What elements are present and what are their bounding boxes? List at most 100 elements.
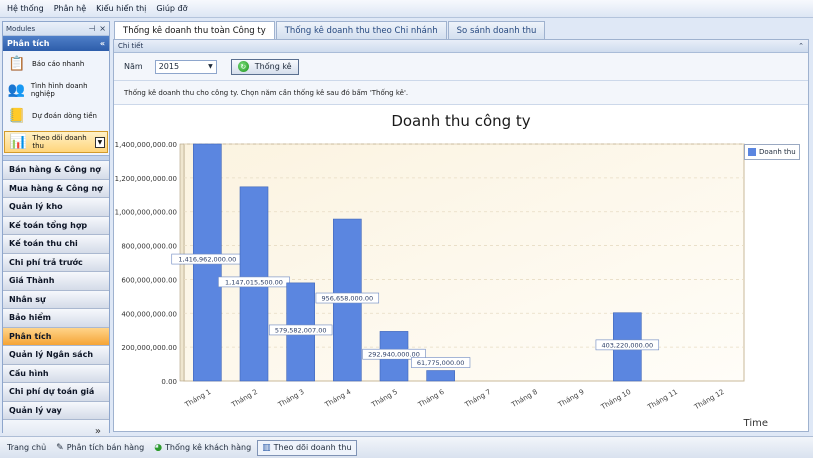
status-bar: Trang chủ ✎ Phân tích bán hàng ◕ Thống kê … [0,436,813,458]
chart-canvas: 0.00 200,000,000.00 400,000,000.00 600,000,… [115,141,745,412]
data-label: 403,220,000.00 [601,341,653,349]
sidebar-header: Modules ⊣ × [3,22,109,36]
x-tick-label: Tháng 10 [599,388,632,412]
report-icon: 📋 [8,56,26,72]
data-label: 579,582,007.00 [275,326,327,334]
legend-swatch [748,148,756,156]
collapse-icon[interactable]: « [100,39,105,48]
x-tick-label: Tháng 7 [463,388,493,410]
status-tab-label: Theo dõi doanh thu [273,443,352,452]
y-tick-label: 1,400,000,000.00 [115,141,177,149]
nav-ke-toan-thu-chi[interactable]: Kế toán thu chi [3,235,109,254]
sidebar-item-tinh-hinh[interactable]: 👥 Tình hình doanh nghiệp [3,77,109,103]
x-tick-label: Tháng 2 [229,388,259,410]
sidebar-group-title: Phân tích [7,39,50,48]
statistic-button[interactable]: ↻ Thống kê [230,58,299,75]
nav-cau-hinh[interactable]: Cấu hình [3,364,109,383]
forecast-icon: 📒 [8,108,26,124]
nav-mua-hang[interactable]: Mua hàng & Công nợ [3,179,109,198]
legend-label: Doanh thu [759,148,796,156]
status-tab-label: Thống kê khách hàng [165,443,252,452]
chevron-down-icon[interactable]: ▼ [208,63,213,70]
main-panel: Chi tiết ⌃ Năm 2015 ▼ ↻ Thống kê Thống k… [113,39,809,432]
sidebar-item-du-doan[interactable]: 📒 Dự đoán dòng tiền [3,103,109,129]
collapse-up-icon[interactable]: ⌃ [798,42,804,50]
x-tick-label: Tháng 11 [646,388,679,412]
y-tick-label: 800,000,000.00 [121,243,177,251]
year-label: Năm [124,62,143,71]
data-label: 1,416,962,000.00 [178,256,236,264]
y-tick-label: 0.00 [161,378,177,386]
nav-nhan-su[interactable]: Nhân sự [3,290,109,309]
nav-quan-ly-ngan-sach[interactable]: Quản lý Ngân sách [3,346,109,365]
close-icon[interactable]: × [99,24,106,33]
chevron-right-icon: » [94,425,101,437]
x-tick-label: Tháng 6 [416,388,446,410]
chart-icon: ▥ [262,442,271,453]
year-value: 2015 [158,62,180,71]
nav-quan-ly-vay[interactable]: Quản lý vay [3,401,109,420]
sidebar-item-theo-doi[interactable]: 📊 Theo dõi doanh thu ▼ [4,131,108,153]
nav-ban-hang[interactable]: Bán hàng & Công nợ [3,161,109,180]
detail-group-title: Chi tiết [118,42,144,50]
menu-giup-do[interactable]: Giúp đỡ [151,4,192,13]
x-tick-label: Tháng 1 [183,388,213,410]
menu-kieu-hien-thi[interactable]: Kiểu hiển thị [91,4,151,13]
nav-quan-ly-kho[interactable]: Quản lý kho [3,198,109,217]
year-select[interactable]: 2015 ▼ [154,59,217,74]
chevron-down-icon[interactable]: ▼ [94,136,106,148]
nav-ke-toan-tong-hop[interactable]: Kế toán tổng hợp [3,216,109,235]
sidebar-item-label: Dự đoán dòng tiền [32,112,97,120]
chart-legend: Doanh thu [744,144,800,160]
revenue-chart: Doanh thu công ty 0.00 200,000,000.00 400,… [114,106,808,431]
y-tick-label: 1,200,000,000.00 [115,175,177,183]
x-tick-label: Tháng 8 [509,388,539,410]
users-icon: 👥 [7,82,26,98]
y-tick-label: 400,000,000.00 [121,310,177,318]
pen-icon: ✎ [56,442,64,453]
menu-phan-he[interactable]: Phân hệ [49,4,91,13]
tab-so-sanh[interactable]: So sánh doanh thu [447,21,546,39]
bar [426,370,455,382]
status-tab-phan-tich-ban-hang[interactable]: ✎ Phân tích bán hàng [52,440,148,456]
menu-he-thong[interactable]: Hệ thống [2,4,49,13]
menu-bar: Hệ thống Phân hệ Kiểu hiển thị Giúp đỡ [0,0,813,18]
data-label: 956,658,000.00 [321,295,373,303]
nav-gia-thanh[interactable]: Giá Thành [3,272,109,291]
revenue-icon: 📊 [9,134,27,150]
tab-toan-cong-ty[interactable]: Thống kê doanh thu toàn Công ty [114,21,275,39]
sidebar-header-title: Modules [6,24,36,33]
report-tabs: Thống kê doanh thu toàn Công ty Thống kê… [114,21,546,39]
hint-text: Thống kê doanh thu cho công ty. Chọn năm… [114,81,808,105]
pie-icon: ◕ [154,442,163,453]
x-tick-label: Tháng 9 [556,388,586,410]
refresh-icon: ↻ [237,61,249,72]
x-tick-label: Tháng 4 [323,388,353,410]
x-tick-label: Tháng 3 [276,388,306,410]
statistic-button-label: Thống kê [254,62,292,71]
nav-chi-phi-tra-truoc[interactable]: Chi phí trả trước [3,253,109,272]
sidebar-item-label: Báo cáo nhanh [32,60,85,68]
x-tick-label: Tháng 12 [692,388,725,412]
data-label: 61,775,000.00 [417,359,465,367]
filter-bar: Năm 2015 ▼ ↻ Thống kê [114,53,808,81]
status-tab-trang-chu[interactable]: Trang chủ [3,440,50,456]
pin-icon[interactable]: ⊣ [88,24,95,33]
modules-sidebar: Modules ⊣ × Phân tích « 📋 Báo cáo nhanh 👥… [2,21,110,442]
nav-bao-hiem[interactable]: Bảo hiểm [3,309,109,328]
sidebar-item-label: Tình hình doanh nghiệp [30,82,88,98]
y-tick-label: 600,000,000.00 [121,276,177,284]
status-tab-theo-doi-doanh-thu[interactable]: ▥ Theo dõi doanh thu [257,439,357,456]
x-axis-label: Time [743,418,768,429]
status-tab-thong-ke-khach-hang[interactable]: ◕ Thống kê khách hàng [150,440,255,456]
sidebar-item-bao-cao-nhanh[interactable]: 📋 Báo cáo nhanh [3,51,109,77]
nav-chi-phi-du-toan[interactable]: Chi phí dự toán giá [3,383,109,402]
x-tick-label: Tháng 5 [369,388,399,410]
status-tab-label: Phân tích bán hàng [66,443,145,452]
sidebar-item-label: Theo dõi doanh thu [32,134,87,150]
nav-phan-tich[interactable]: Phân tích [3,327,109,346]
status-tab-label: Trang chủ [7,443,47,452]
sidebar-group-header[interactable]: Phân tích « [3,36,109,51]
tab-theo-chi-nhanh[interactable]: Thống kê doanh thu theo Chi nhánh [275,21,447,39]
y-tick-label: 1,000,000,000.00 [115,209,177,217]
